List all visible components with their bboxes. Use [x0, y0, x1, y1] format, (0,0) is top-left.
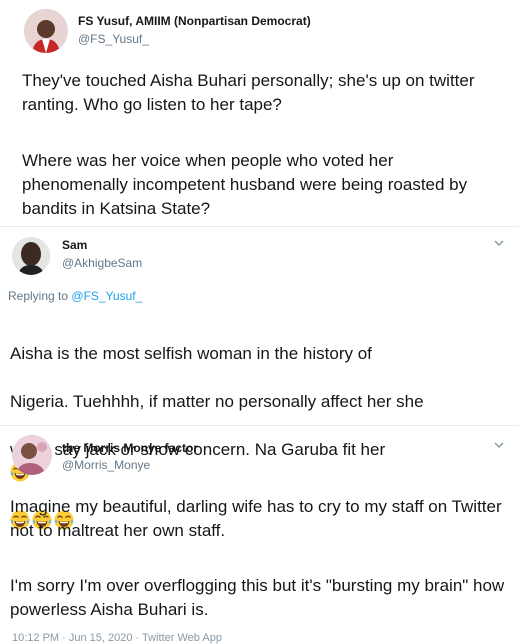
author-handle[interactable]: @AkhigbeSam — [62, 256, 142, 270]
profile-photo-icon — [12, 435, 52, 475]
replying-to-link[interactable]: @FS_Yusuf_ — [71, 289, 142, 303]
tweet-paragraph-2: I'm sorry I'm over overflogging this but… — [10, 576, 505, 619]
tweet-line: Nigeria. Tuehhhh, if matter no personall… — [10, 392, 424, 411]
tweet-line: Aisha is the most selfish woman in the h… — [10, 344, 372, 363]
profile-photo-icon — [12, 237, 50, 275]
author-handle[interactable]: @FS_Yusuf_ — [78, 32, 149, 46]
tweet-paragraph-1: They've touched Aisha Buhari personally;… — [22, 71, 475, 114]
tweet-paragraph-2: Where was her voice when people who vote… — [22, 151, 468, 218]
tweet-text: Where was her voice when people who vote… — [22, 149, 502, 221]
chevron-down-icon[interactable] — [494, 238, 504, 248]
avatar[interactable] — [12, 237, 50, 275]
tweet-paragraph-1: Imagine my beautiful, darling wife has t… — [10, 497, 502, 540]
author-handle[interactable]: @Morris_Monye — [62, 458, 150, 472]
author-name[interactable]: the Morris Monye factor — [62, 441, 198, 455]
author-name[interactable]: Sam — [62, 238, 87, 252]
divider — [0, 226, 519, 227]
tweet-timestamp[interactable]: 10:12 PM · Jun 15, 2020 · Twitter Web Ap… — [12, 632, 222, 644]
tweet-text: Imagine my beautiful, darling wife has t… — [10, 495, 510, 543]
avatar[interactable] — [24, 9, 68, 53]
tweet-text: I'm sorry I'm over overflogging this but… — [10, 574, 510, 622]
profile-photo-icon — [24, 9, 68, 53]
author-name[interactable]: FS Yusuf, AMIIM (Nonpartisan Democrat) — [78, 14, 311, 28]
replying-to: Replying to @FS_Yusuf_ — [8, 289, 142, 303]
divider — [0, 425, 519, 426]
tweet-text: They've touched Aisha Buhari personally;… — [22, 69, 502, 117]
replying-prefix: Replying to — [8, 289, 69, 303]
avatar[interactable] — [12, 435, 52, 475]
chevron-down-icon[interactable] — [494, 440, 504, 450]
